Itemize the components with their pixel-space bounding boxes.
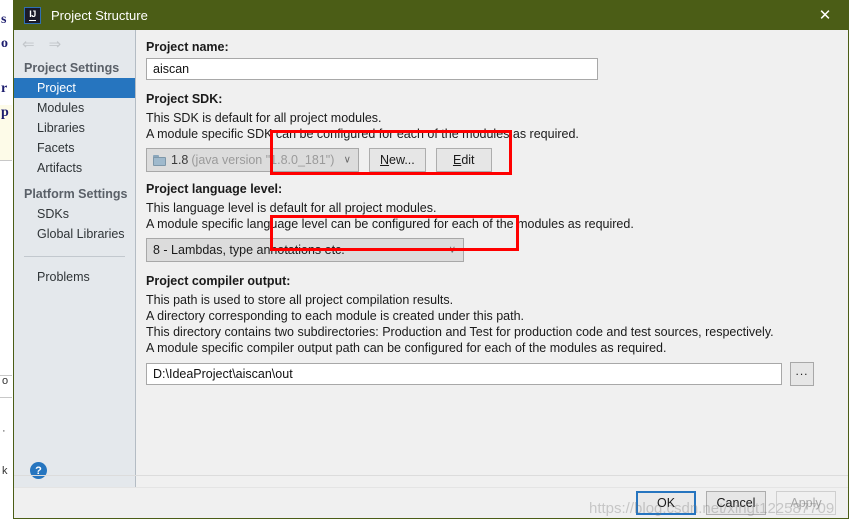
compiler-output-desc-4: A module specific compiler output path c… [146,341,667,355]
backdrop-mark-k: k [2,465,8,477]
ok-button[interactable]: OK [636,490,696,515]
settings-content-panel: Project name: aiscan Project SDK: This S… [136,30,848,487]
dialog-title: Project Structure [51,7,148,23]
sidebar-item-artifacts[interactable]: Artifacts [14,158,135,178]
backdrop-mark-o: o [2,375,9,387]
sidebar-item-modules[interactable]: Modules [14,98,135,118]
project-name-section: Project name: aiscan [146,40,848,80]
dialog-footer: OK Cancel Apply [14,487,848,517]
sidebar-item-global-libraries[interactable]: Global Libraries [14,224,135,244]
back-arrow-icon[interactable]: ⇐ [22,37,35,52]
new-sdk-button-mnemonic: N [380,153,390,167]
settings-sidebar: ⇐ ⇒ Project Settings Project Modules Lib… [14,30,136,487]
dialog-titlebar: IJ Project Structure ✕ [14,0,848,30]
edit-sdk-button-label: dit [461,153,475,167]
sidebar-group-project-settings: Project Settings [24,61,120,75]
edit-sdk-button-mnemonic: E [452,153,462,167]
project-sdk-title: Project SDK: [146,92,223,106]
compiler-output-desc-2: A directory corresponding to each module… [146,309,524,323]
sidebar-item-facets[interactable]: Facets [14,138,135,158]
dialog-body: ⇐ ⇒ Project Settings Project Modules Lib… [14,30,848,487]
apply-button: Apply [776,490,836,515]
sidebar-item-sdks[interactable]: SDKs [14,204,135,224]
sidebar-separator [24,256,125,257]
compiler-output-row: D:\IdeaProject\aiscan\out ... [146,362,848,386]
project-sdk-row: 1.8 (java version "1.8.0_181") ∨ New... … [146,148,848,172]
backdrop-fragment-4: p [1,105,9,120]
language-level-desc-2: A module specific language level can be … [146,217,634,231]
chevron-down-icon[interactable]: ∨ [344,155,351,166]
close-icon[interactable]: ✕ [802,0,848,30]
project-sdk-detail: (java version "1.8.0_181") [191,153,335,167]
edit-sdk-button[interactable]: Edit [435,148,492,172]
language-level-title: Project language level: [146,182,283,196]
compiler-output-desc-3: This directory contains two subdirectori… [146,325,774,339]
language-level-section: Project language level: This language le… [146,182,848,262]
backdrop-fragment-1: s [1,12,7,27]
forward-arrow-icon[interactable]: ⇒ [49,37,62,52]
new-sdk-button-label: ew... [389,153,415,167]
project-sdk-desc-2: A module specific SDK can be configured … [146,127,579,141]
folder-icon [153,154,166,166]
project-sdk-combo[interactable]: 1.8 (java version "1.8.0_181") ∨ [146,148,359,172]
backdrop-mark-dot: · [2,425,6,437]
project-sdk-version: 1.8 [171,153,189,167]
sidebar-group-platform-settings: Platform Settings [24,187,128,201]
project-structure-dialog: IJ Project Structure ✕ ⇐ ⇒ Project Setti… [13,0,849,519]
language-level-combo[interactable]: 8 - Lambdas, type annotations etc. ∨ [146,238,464,262]
backdrop-divider-3 [0,397,12,398]
language-level-desc-1: This language level is default for all p… [146,201,437,215]
intellij-idea-icon: IJ [24,6,41,24]
project-sdk-section: Project SDK: This SDK is default for all… [146,92,848,172]
backdrop-fragment-2: o [1,36,8,51]
backdrop-divider-1 [0,160,12,161]
project-sdk-desc-1: This SDK is default for all project modu… [146,111,382,125]
new-sdk-button[interactable]: New... [369,148,426,172]
sidebar-item-project[interactable]: Project [14,78,135,98]
sidebar-item-problems[interactable]: Problems [14,267,135,287]
project-name-title: Project name: [146,40,229,54]
browse-button[interactable]: ... [790,362,814,386]
compiler-output-title: Project compiler output: [146,274,291,288]
backdrop-fragment-3: r [1,81,8,96]
help-button[interactable]: ? [30,462,47,479]
sidebar-item-libraries[interactable]: Libraries [14,118,135,138]
cancel-button[interactable]: Cancel [706,490,766,515]
compiler-output-desc-1: This path is used to store all project c… [146,293,454,307]
navigation-arrows: ⇐ ⇒ [14,30,135,58]
chevron-down-icon[interactable]: ∨ [449,245,456,256]
footer-divider [14,475,848,476]
language-level-value: 8 - Lambdas, type annotations etc. [153,243,345,257]
compiler-output-section: Project compiler output: This path is us… [146,274,848,386]
compiler-output-input[interactable]: D:\IdeaProject\aiscan\out [146,363,782,385]
project-name-input[interactable]: aiscan [146,58,598,80]
